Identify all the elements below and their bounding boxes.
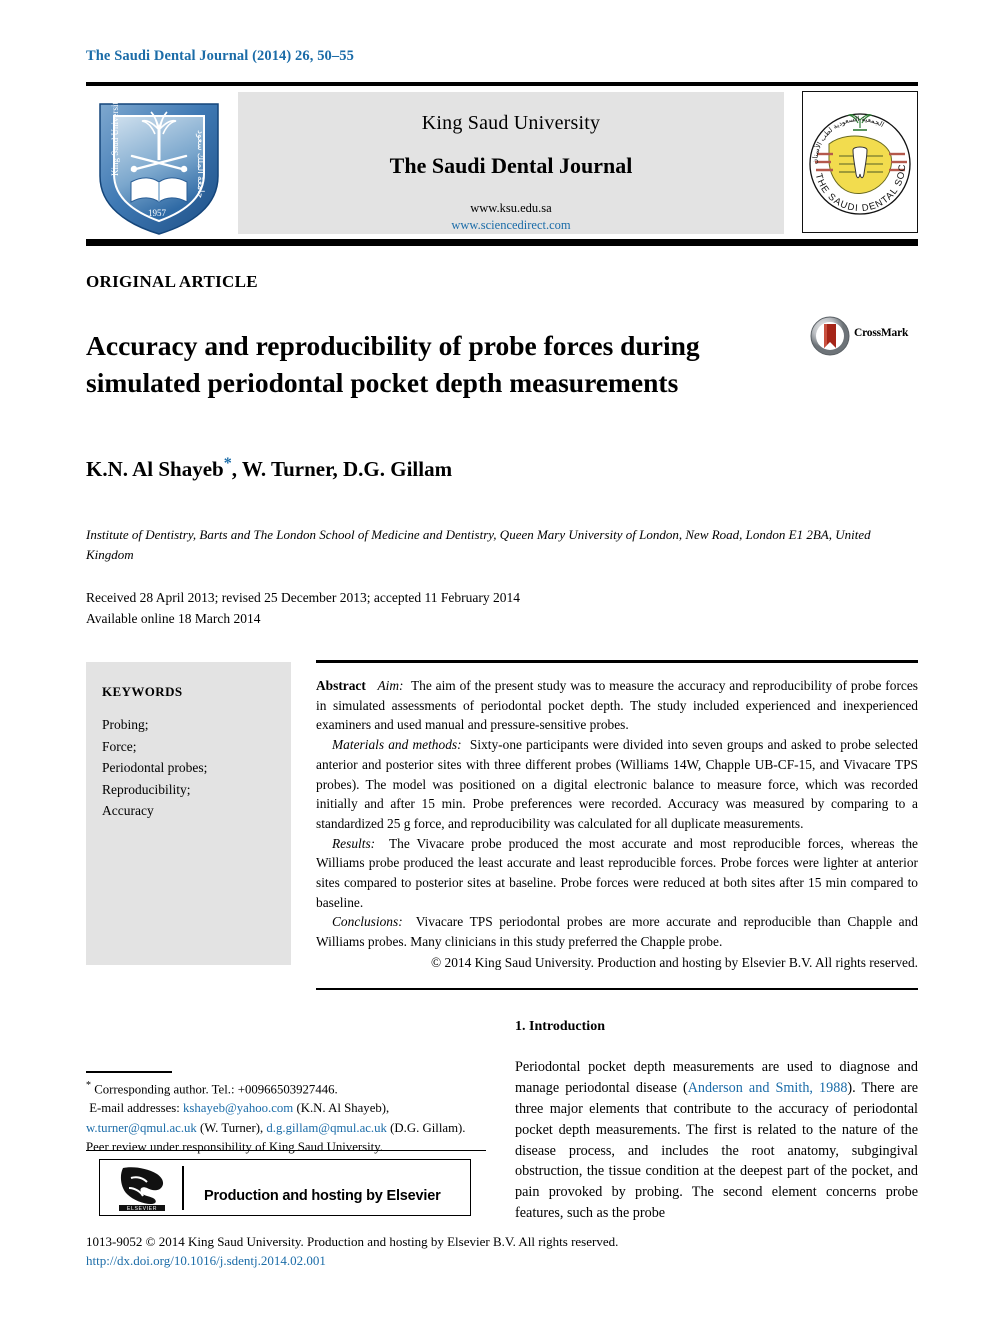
saudi-dental-society-logo-icon: الجمعية السعودية لطب الأسنان THE SAUDI D… — [799, 84, 918, 233]
email-owner-3: (D.G. Gillam). — [390, 1120, 466, 1135]
running-head: The Saudi Dental Journal (2014) 26, 50–5… — [86, 48, 354, 64]
abstract-heading: Abstract — [316, 678, 366, 693]
page-title: Accuracy and reproducibility of probe fo… — [86, 330, 700, 399]
corresponding-author-text: Corresponding author. Tel.: +00966503927… — [94, 1082, 338, 1097]
crossmark-badge[interactable]: CrossMark — [810, 316, 922, 356]
keyword-item: Accuracy — [102, 803, 154, 819]
masthead: King Saud University جامعة الملك سعود 19… — [86, 84, 918, 236]
abstract-results-paragraph: Results: The Vivacare probe produced the… — [316, 834, 918, 913]
abstract-conclusions-paragraph: Conclusions: Vivacare TPS periodontal pr… — [316, 912, 918, 951]
elsevier-production-badge: ELSEVIER Production and hosting by Elsev… — [99, 1159, 471, 1216]
email-addresses-note: E-mail addresses: kshayeb@yahoo.com (K.N… — [86, 1099, 486, 1137]
keyword-item: Probing; — [102, 717, 149, 732]
email-link-2[interactable]: w.turner@qmul.ac.uk — [86, 1121, 197, 1135]
abstract: Abstract Aim: The aim of the present stu… — [316, 676, 918, 973]
peer-review-note: Peer review under responsibility of King… — [86, 1139, 383, 1154]
doi-link[interactable]: http://dx.doi.org/10.1016/j.sdentj.2014.… — [86, 1252, 926, 1271]
abstract-copyright: © 2014 King Saud University. Production … — [431, 954, 918, 970]
svg-text:1957: 1957 — [148, 208, 167, 218]
email-owner-2: (W. Turner), — [200, 1120, 264, 1135]
abstract-results-label: Results: — [332, 835, 376, 851]
abstract-conclusions-label: Conclusions: — [332, 914, 403, 930]
masthead-bottom-rule — [86, 239, 918, 246]
article-history: Received 28 April 2013; revised 25 Decem… — [86, 588, 786, 630]
publisher-name: King Saud University — [421, 112, 601, 134]
email-link-3[interactable]: d.g.gillam@qmul.ac.uk — [266, 1121, 387, 1135]
abstract-results-text: The Vivacare probe produced the most acc… — [316, 835, 918, 910]
abstract-methods-paragraph: Materials and methods: Sixty-one partici… — [316, 735, 918, 834]
abstract-top-rule — [316, 660, 918, 663]
author-others: , W. Turner, D.G. Gillam — [231, 457, 453, 481]
elsevier-badge-divider — [182, 1166, 184, 1210]
affiliation: Institute of Dentistry, Barts and The Lo… — [86, 527, 871, 563]
footnote-star-marker: * — [86, 1080, 91, 1091]
abstract-bottom-rule — [316, 988, 918, 990]
corresponding-author-marker: * — [223, 455, 232, 472]
sciencedirect-url[interactable]: www.sciencedirect.com — [238, 218, 784, 233]
introduction-paragraph: Periodontal pocket depth measurements ar… — [515, 1057, 918, 1224]
publisher-url: www.ksu.edu.sa — [470, 201, 552, 215]
footnote-rule — [86, 1071, 172, 1073]
elsevier-badge-text: Production and hosting by Elsevier — [204, 1188, 441, 1204]
intro-text-part2: ). There are three major elements that c… — [515, 1079, 919, 1222]
issn-copyright-line: 1013-9052 © 2014 King Saud University. P… — [86, 1234, 619, 1249]
email-link-1[interactable]: kshayeb@yahoo.com — [183, 1101, 293, 1115]
email-owner-1: (K.N. Al Shayeb), — [296, 1101, 390, 1116]
email-label: E-mail addresses: — [89, 1101, 180, 1116]
author-list: K.N. Al Shayeb*, W. Turner, D.G. Gillam — [86, 455, 452, 482]
svg-text:ELSEVIER: ELSEVIER — [127, 1206, 157, 1211]
available-online-line: Available online 18 March 2014 — [86, 610, 261, 626]
journal-masthead-panel: King Saud University The Saudi Dental Jo… — [238, 92, 784, 234]
elsevier-tree-icon: ELSEVIER — [117, 1166, 169, 1212]
abstract-aim-text: The aim of the present study was to meas… — [316, 678, 918, 733]
footnote-separator-rule — [86, 1150, 486, 1152]
journal-title: The Saudi Dental Journal — [389, 153, 633, 178]
crossmark-label: CrossMark — [854, 327, 909, 339]
bottom-copyright-block: 1013-9052 © 2014 King Saud University. P… — [86, 1233, 926, 1271]
paper-page: The Saudi Dental Journal (2014) 26, 50–5… — [0, 0, 992, 1323]
corresponding-author-note: * Corresponding author. Tel.: +009665039… — [86, 1078, 486, 1099]
king-saud-university-logo-icon: King Saud University جامعة الملك سعود 19… — [88, 90, 230, 236]
keyword-item: Reproducibility; — [102, 781, 191, 797]
keyword-item: Force; — [102, 738, 137, 754]
keywords-list: Probing; Force; Periodontal probes; Repr… — [102, 714, 291, 822]
svg-text:جامعة الملك سعود: جامعة الملك سعود — [195, 130, 206, 198]
abstract-conclusions-text: Vivacare TPS periodontal probes are more… — [316, 914, 918, 950]
author-corresponding: K.N. Al Shayeb — [86, 457, 224, 481]
keywords-heading: KEYWORDS — [102, 684, 183, 699]
abstract-methods-label: Materials and methods: — [332, 737, 462, 753]
introduction-body: Periodontal pocket depth measurements ar… — [515, 1057, 918, 1224]
footnotes: * Corresponding author. Tel.: +009665039… — [86, 1078, 486, 1157]
keyword-item: Periodontal probes; — [102, 760, 208, 776]
masthead-top-rule — [86, 82, 918, 86]
received-line: Received 28 April 2013; revised 25 Decem… — [86, 590, 520, 605]
citation-link[interactable]: Anderson and Smith, 1988 — [688, 1080, 848, 1096]
abstract-aim-label: Aim: — [377, 678, 404, 693]
keywords-box: KEYWORDS Probing; Force; Periodontal pro… — [86, 662, 291, 965]
crossmark-icon — [810, 316, 850, 356]
section-heading-introduction: 1. Introduction — [515, 1019, 605, 1034]
svg-text:King Saud University: King Saud University — [110, 97, 120, 176]
abstract-aim-paragraph: Abstract Aim: The aim of the present stu… — [316, 676, 918, 735]
article-type-label: ORIGINAL ARTICLE — [86, 272, 258, 291]
